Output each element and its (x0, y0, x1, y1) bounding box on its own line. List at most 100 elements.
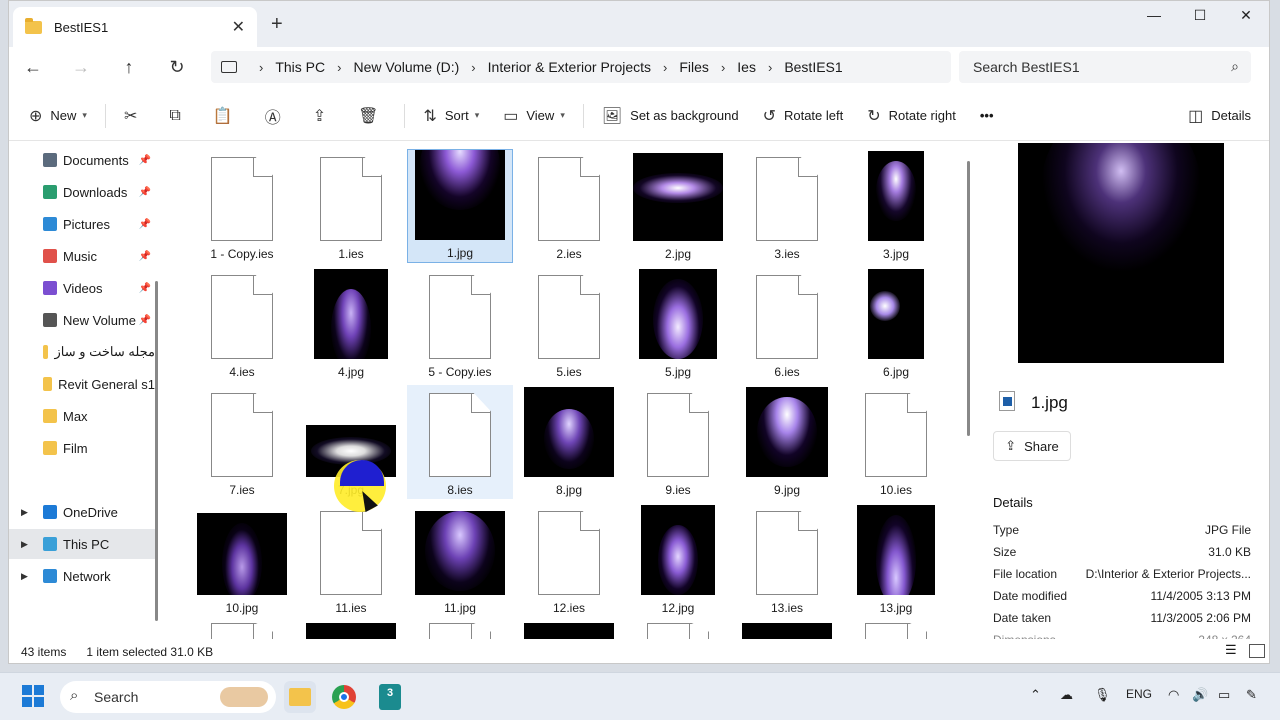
image-file-item[interactable]: 9.jpg (734, 385, 840, 499)
sidebar-scrollbar[interactable] (155, 281, 158, 621)
microphone-icon[interactable]: 🎙 (1094, 687, 1111, 703)
chevron-right-icon[interactable]: ▶ (21, 539, 28, 550)
forward-button[interactable]: → (57, 57, 105, 78)
rotate-left-button[interactable]: ↺ Rotate left (751, 100, 856, 132)
sidebar-item[interactable]: New Volume 📌 (9, 305, 155, 335)
pin-icon[interactable]: 📌 (139, 251, 151, 262)
up-button[interactable]: ↑ (105, 57, 153, 78)
file-explorer-taskbar-icon[interactable] (284, 681, 316, 713)
ies-file-item[interactable]: 3.ies (734, 149, 840, 263)
ies-file-item[interactable]: 4.ies (189, 267, 295, 381)
rotate-right-button[interactable]: ↻ Rotate right (855, 100, 968, 132)
ies-file-item[interactable]: 5.ies (516, 267, 622, 381)
image-file-item[interactable]: 1.jpg (407, 149, 513, 263)
chevron-right-icon[interactable]: ▶ (21, 507, 28, 518)
breadcrumb-ies[interactable]: Ies (737, 59, 756, 75)
close-window-button[interactable]: ✕ (1223, 7, 1269, 24)
breadcrumb-this-pc[interactable]: This PC (275, 59, 325, 75)
image-thumbnail[interactable] (742, 623, 832, 639)
chevron-right-icon[interactable]: › (337, 60, 341, 75)
ies-file-item[interactable]: 11.ies (298, 503, 404, 617)
sidebar-item[interactable]: مجله ساخت و ساز (9, 337, 155, 367)
taskbar-search[interactable]: ⌕ Search (60, 681, 276, 713)
language-indicator[interactable]: ENG (1126, 687, 1152, 701)
ies-file-item[interactable]: 13.ies (734, 503, 840, 617)
sidebar-item[interactable]: Film (9, 433, 155, 463)
image-thumbnail[interactable] (524, 623, 614, 639)
paste-button[interactable]: 📋 (201, 100, 253, 132)
details-view-icon[interactable]: ☰ (1225, 643, 1241, 658)
sidebar-item[interactable]: Pictures 📌 (9, 209, 155, 239)
document-file-icon[interactable] (211, 623, 273, 639)
ies-file-item[interactable]: 10.ies (843, 385, 949, 499)
image-file-item[interactable]: 13.jpg (843, 503, 949, 617)
notification-icon[interactable]: ✎ (1246, 687, 1257, 703)
ies-file-item[interactable]: 1.ies (298, 149, 404, 263)
document-file-icon[interactable] (647, 623, 709, 639)
image-file-item[interactable]: 8.jpg (516, 385, 622, 499)
copy-button[interactable]: ⧉ (157, 100, 200, 132)
ies-file-item[interactable]: 5 - Copy.ies (407, 267, 513, 381)
battery-icon[interactable]: ▭ (1218, 687, 1230, 703)
ies-file-item[interactable]: 8.ies (407, 385, 513, 499)
close-tab-icon[interactable]: ✕ (232, 17, 245, 37)
image-file-item[interactable]: 4.jpg (298, 267, 404, 381)
set-background-button[interactable]: 🖼 Set as background (590, 100, 751, 132)
chevron-right-icon[interactable]: › (721, 60, 725, 75)
ies-file-item[interactable]: 12.ies (516, 503, 622, 617)
view-button[interactable]: ▭ View ▾ (491, 100, 577, 132)
sidebar-item[interactable]: Max (9, 401, 155, 431)
chevron-right-icon[interactable]: › (663, 60, 667, 75)
pin-icon[interactable]: 📌 (139, 155, 151, 166)
ies-file-item[interactable]: 9.ies (625, 385, 731, 499)
sidebar-item[interactable]: Downloads 📌 (9, 177, 155, 207)
document-file-icon[interactable] (429, 623, 491, 639)
tab-bestIES1[interactable]: BestIES1 ✕ (13, 7, 257, 47)
document-file-icon[interactable] (865, 623, 927, 639)
ies-file-item[interactable]: 2.ies (516, 149, 622, 263)
sidebar-root-item[interactable]: ▶ OneDrive (9, 497, 155, 527)
details-pane-button[interactable]: ◫ Details (1176, 100, 1263, 132)
wifi-icon[interactable]: ◠ (1168, 687, 1179, 703)
chrome-taskbar-icon[interactable] (328, 681, 360, 713)
cloud-offline-icon[interactable]: ☁ (1060, 687, 1073, 703)
image-file-item[interactable]: 10.jpg (189, 503, 295, 617)
chevron-right-icon[interactable]: › (471, 60, 475, 75)
cut-button[interactable]: ✂ (112, 100, 157, 132)
sidebar-item[interactable]: Documents 📌 (9, 145, 155, 175)
new-button[interactable]: ⊕ New ▾ (17, 100, 99, 132)
breadcrumb-files[interactable]: Files (679, 59, 709, 75)
image-file-item[interactable]: 6.jpg (843, 267, 949, 381)
chevron-right-icon[interactable]: › (259, 60, 263, 75)
pin-icon[interactable]: 📌 (139, 283, 151, 294)
rename-button[interactable]: Ⓐ (253, 100, 301, 132)
refresh-button[interactable]: ↻ (153, 57, 201, 78)
start-button[interactable] (22, 685, 44, 707)
chevron-right-icon[interactable]: ▶ (21, 571, 28, 582)
sort-button[interactable]: ⇅ Sort ▾ (411, 100, 491, 132)
share-button[interactable]: ⇪ Share (993, 431, 1071, 461)
image-file-item[interactable]: 3.jpg (843, 149, 949, 263)
share-button[interactable]: ⇪ (301, 100, 346, 132)
pin-icon[interactable]: 📌 (139, 219, 151, 230)
search-input[interactable]: Search BestIES1 ⌕ (959, 51, 1251, 83)
image-file-item[interactable]: 5.jpg (625, 267, 731, 381)
back-button[interactable]: ← (9, 57, 57, 78)
image-file-item[interactable]: 12.jpg (625, 503, 731, 617)
breadcrumb-bestIES1[interactable]: BestIES1 (784, 59, 842, 75)
breadcrumb-new-volume[interactable]: New Volume (D:) (353, 59, 459, 75)
new-tab-button[interactable]: + (271, 13, 283, 36)
breadcrumb-projects[interactable]: Interior & Exterior Projects (488, 59, 651, 75)
minimize-button[interactable]: — (1131, 7, 1177, 23)
image-file-item[interactable]: 2.jpg (625, 149, 731, 263)
maximize-button[interactable]: ☐ (1177, 7, 1223, 24)
sidebar-root-item[interactable]: ▶ Network (9, 561, 155, 591)
file-grid-scrollbar[interactable] (967, 161, 970, 436)
tray-overflow-icon[interactable]: ⌃ (1030, 687, 1041, 703)
speaker-icon[interactable]: 🔊 (1192, 687, 1208, 703)
sidebar-item[interactable]: Music 📌 (9, 241, 155, 271)
image-file-item[interactable]: 11.jpg (407, 503, 513, 617)
pin-icon[interactable]: 📌 (139, 315, 151, 326)
image-thumbnail[interactable] (306, 623, 396, 639)
ies-file-item[interactable]: 6.ies (734, 267, 840, 381)
